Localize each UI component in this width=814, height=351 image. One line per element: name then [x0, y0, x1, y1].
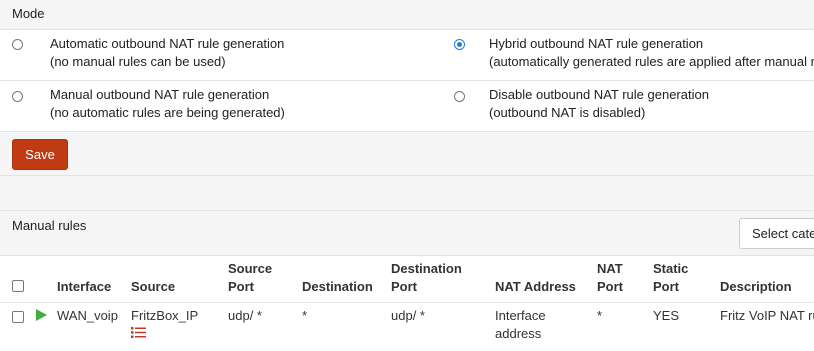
- option-disable[interactable]: Disable outbound NAT rule generation (ou…: [489, 86, 709, 122]
- row-select-checkbox[interactable]: [12, 311, 24, 323]
- option-disable-title: Disable outbound NAT rule generation: [489, 87, 709, 102]
- cell-nat-address-line2: address: [495, 326, 542, 341]
- radio-disable[interactable]: [454, 91, 465, 102]
- option-automatic-title: Automatic outbound NAT rule generation: [50, 36, 285, 51]
- col-interface: Interface: [57, 279, 112, 294]
- col-destination-port-line2: Port: [391, 279, 417, 294]
- option-manual-title: Manual outbound NAT rule generation: [50, 87, 270, 102]
- option-manual-hint: (no automatic rules are being generated): [50, 105, 285, 120]
- option-automatic[interactable]: Automatic outbound NAT rule generation (…: [50, 35, 284, 71]
- col-nat-port-line2: Port: [597, 279, 623, 294]
- divider: [0, 210, 814, 211]
- option-hybrid-hint: (automatically generated rules are appli…: [489, 54, 814, 69]
- option-hybrid[interactable]: Hybrid outbound NAT rule generation (aut…: [489, 35, 814, 71]
- cell-source-port: udp/ *: [228, 308, 262, 323]
- col-description: Description: [720, 279, 792, 294]
- list-icon[interactable]: [131, 326, 146, 339]
- cell-nat-port: *: [597, 308, 603, 323]
- divider: [0, 175, 814, 176]
- col-nat-port: NAT Port: [597, 260, 623, 296]
- col-source-port-line2: Port: [228, 279, 254, 294]
- option-disable-hint: (outbound NAT is disabled): [489, 105, 646, 120]
- col-static-port-line2: Port: [653, 279, 679, 294]
- col-static-port: Static Port: [653, 260, 688, 296]
- col-nat-port-line1: NAT: [597, 261, 623, 276]
- mode-panel-title: Mode: [12, 6, 45, 21]
- divider: [0, 255, 814, 256]
- cell-destination: *: [302, 308, 308, 323]
- col-nat-address: NAT Address: [495, 279, 576, 294]
- radio-hybrid[interactable]: [454, 39, 465, 50]
- cell-destination-port: udp/ *: [391, 308, 425, 323]
- option-manual[interactable]: Manual outbound NAT rule generation (no …: [50, 86, 285, 122]
- cell-interface: WAN_voip: [57, 308, 118, 323]
- mode-panel-header: [0, 0, 814, 29]
- col-destination-port: Destination Port: [391, 260, 462, 296]
- col-source: Source: [131, 279, 176, 294]
- cell-description: Fritz VoIP NAT rule: [720, 308, 814, 323]
- col-destination: Destination: [302, 279, 373, 294]
- radio-manual[interactable]: [12, 91, 23, 102]
- cell-nat-address-line1: Interface: [495, 308, 546, 323]
- col-source-port: Source Port: [228, 260, 272, 296]
- play-icon[interactable]: [36, 309, 47, 321]
- radio-automatic[interactable]: [12, 39, 23, 50]
- col-source-port-line1: Source: [228, 261, 273, 276]
- save-button[interactable]: Save: [12, 139, 68, 170]
- select-all-checkbox[interactable]: [12, 280, 24, 292]
- col-destination-port-line1: Destination: [391, 261, 462, 276]
- select-category-dropdown[interactable]: Select category: [739, 218, 814, 249]
- col-static-port-line1: Static: [653, 261, 689, 276]
- cell-static-port: YES: [653, 308, 680, 323]
- cell-source: FritzBox_IP: [131, 308, 199, 323]
- option-hybrid-title: Hybrid outbound NAT rule generation: [489, 36, 704, 51]
- option-automatic-hint: (no manual rules can be used): [50, 54, 226, 69]
- manual-rules-title: Manual rules: [12, 218, 87, 233]
- cell-nat-address: Interface address: [495, 307, 546, 343]
- divider: [0, 131, 814, 132]
